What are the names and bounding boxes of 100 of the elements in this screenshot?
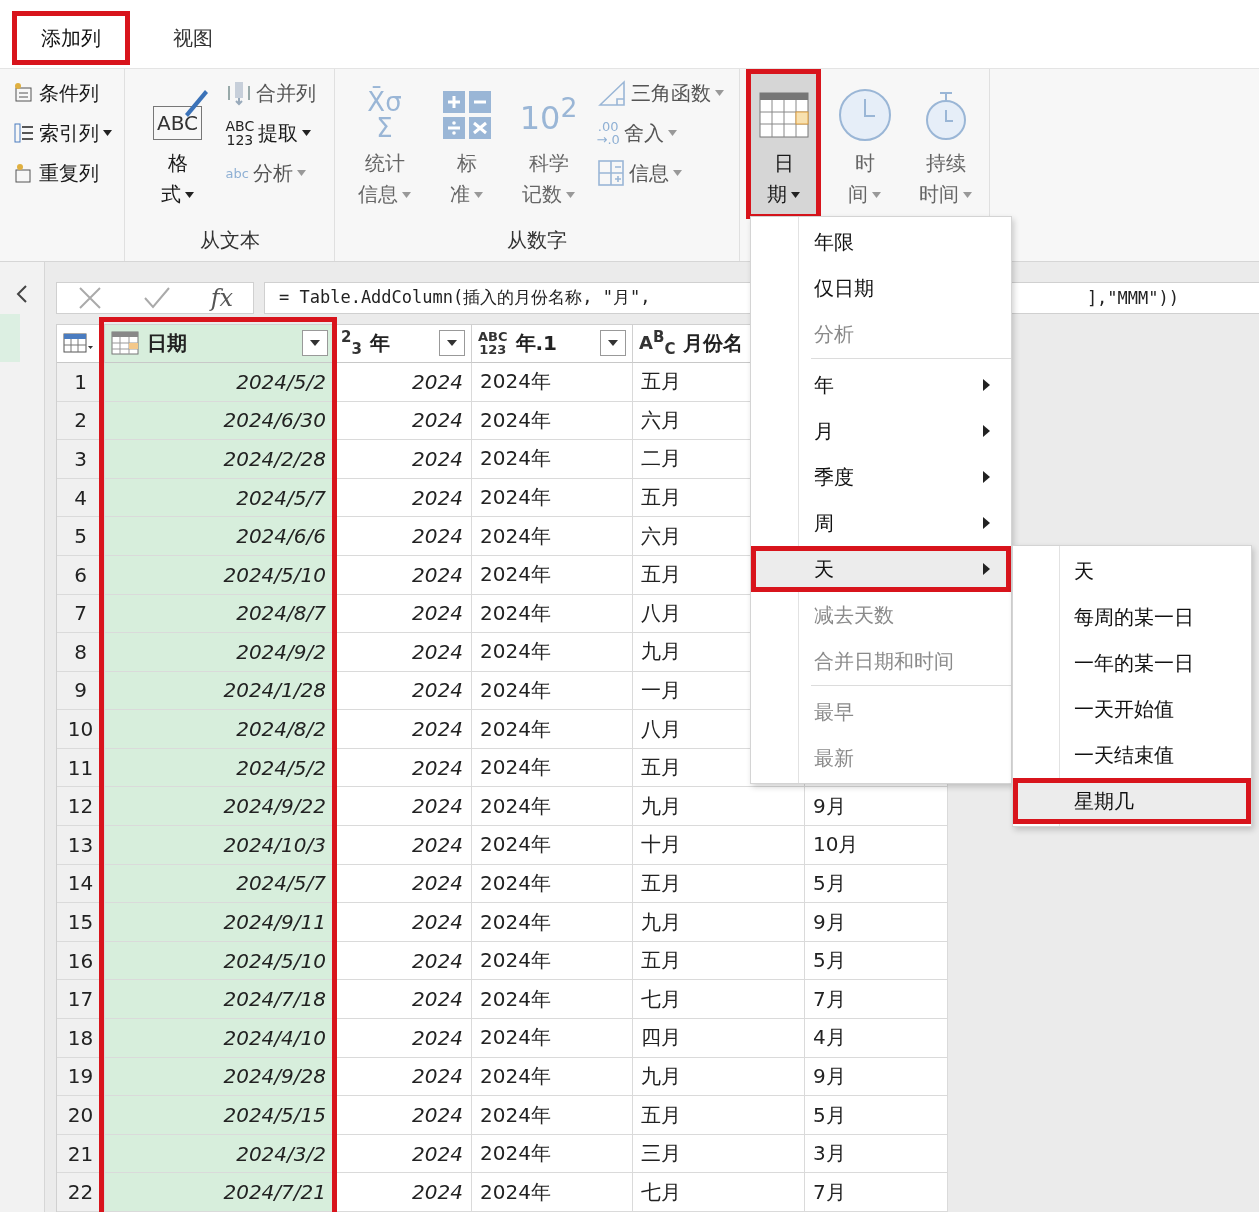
table-cell: 2024/1/28	[223, 678, 326, 703]
round-type-icon: .00 →.0	[596, 120, 620, 146]
row-number: 1	[74, 369, 87, 394]
extract-type-icon: ABC 123	[225, 119, 255, 147]
table-cell: 七月	[641, 985, 681, 1013]
row-number: 22	[67, 1180, 94, 1205]
row-number: 7	[74, 601, 87, 626]
table-cell: 2024年	[480, 1062, 551, 1090]
table-cell: 2024/7/18	[223, 987, 326, 1012]
table-cell: 2024年	[480, 599, 551, 627]
table-cell: 2024/9/22	[223, 794, 326, 819]
table-cell: 2024年	[480, 445, 551, 473]
table-cell: 9月	[813, 908, 846, 936]
table-cell: 2024/4/10	[223, 1025, 326, 1050]
table-cell: 2024/8/7	[236, 601, 326, 626]
table-cell: 2024年	[480, 792, 551, 820]
table-cell: 2024	[412, 948, 463, 973]
table-cell: 2024	[412, 1103, 463, 1127]
table-cell: 2024/6/30	[223, 408, 326, 433]
row-number: 14	[67, 871, 94, 896]
table-cell: 2024年	[480, 1178, 551, 1206]
table-cell: 2024年	[480, 908, 551, 936]
table-cell: 2024年	[480, 406, 551, 434]
row-number: 20	[67, 1103, 94, 1127]
row-number: 10	[67, 717, 94, 742]
exponent-icon: 10$^{2}$	[519, 84, 578, 146]
parse-type-icon: abc	[225, 166, 249, 180]
table-cell: 2024/9/28	[223, 1064, 326, 1089]
table-cell: 2024/9/2	[236, 639, 326, 664]
table-cell: 2024	[412, 987, 463, 1012]
table-cell: 4月	[813, 1024, 846, 1052]
row-number: 5	[74, 524, 87, 549]
table-cell: 5月	[813, 947, 846, 975]
table-cell: 2024年	[480, 522, 551, 550]
table-cell: 2024/5/7	[236, 485, 326, 510]
table-cell: 9月	[813, 792, 846, 820]
table-cell: 2024年	[480, 715, 551, 743]
table-cell: 2024/5/2	[236, 755, 326, 780]
table-cell: 五月	[641, 947, 681, 975]
row-number: 18	[67, 1025, 94, 1050]
table-cell: 九月	[641, 792, 681, 820]
table-cell: 九月	[641, 1062, 681, 1090]
row-number: 11	[67, 755, 94, 780]
table-cell: 七月	[641, 1178, 681, 1206]
table-cell: 2024	[412, 369, 463, 394]
table-cell: 四月	[641, 1024, 681, 1052]
table-cell: 2024/3/2	[236, 1141, 326, 1166]
table-cell: 2024年	[480, 1024, 551, 1052]
table-cell: 2024	[412, 562, 463, 587]
table-cell: 二月	[641, 445, 681, 473]
table-cell: 五月	[641, 754, 681, 782]
table-cell: 九月	[641, 638, 681, 666]
table-cell: 八月	[641, 715, 681, 743]
table-cell: 2024/8/2	[236, 717, 326, 742]
row-number: 13	[67, 832, 94, 857]
table-cell: 2024	[412, 408, 463, 433]
table-cell: 三月	[641, 1140, 681, 1168]
row-number: 3	[74, 446, 87, 471]
row-number: 17	[67, 987, 94, 1012]
table-cell: 2024	[412, 1180, 463, 1205]
table-cell: 十月	[641, 831, 681, 859]
table-cell: 五月	[641, 368, 681, 396]
table-cell: 五月	[641, 561, 681, 589]
row-number: 12	[67, 794, 94, 819]
table-cell: 9月	[813, 1062, 846, 1090]
table-cell: 2024	[412, 794, 463, 819]
table-cell: 2024	[412, 601, 463, 626]
row-number: 9	[74, 678, 87, 703]
table-cell: 2024	[412, 832, 463, 857]
table-cell: 2024	[412, 755, 463, 780]
table-cell: 2024年	[480, 869, 551, 897]
row-number: 2	[74, 408, 87, 433]
table-cell: 5月	[813, 869, 846, 897]
statistics-icon: X̄σ Σ	[359, 84, 410, 146]
table-cell: 一月	[641, 677, 681, 704]
table-cell: 五月	[641, 1101, 681, 1129]
table-cell: 2024/5/2	[236, 369, 326, 394]
table-cell: 2024	[412, 717, 463, 742]
table-cell: 2024/5/7	[236, 871, 326, 896]
table-cell: 八月	[641, 599, 681, 627]
table-cell: 2024年	[480, 484, 551, 511]
table-cell: 3月	[813, 1140, 846, 1168]
table-cell: 7月	[813, 1178, 846, 1206]
table-cell: 2024/7/21	[223, 1180, 326, 1205]
table-cell: 2024年	[480, 1140, 551, 1168]
table-cell: 九月	[641, 908, 681, 936]
table-cell: 2024	[412, 1141, 463, 1166]
table-cell: 2024	[412, 871, 463, 896]
table-cell: 五月	[641, 484, 681, 511]
table-cell: 2024/2/28	[223, 446, 326, 471]
row-number: 21	[67, 1141, 94, 1166]
row-number: 4	[74, 485, 87, 510]
table-cell: 六月	[641, 406, 681, 434]
table-cell: 2024/9/11	[223, 910, 326, 935]
table-cell: 2024	[412, 524, 463, 549]
data-type-icon: ABC 123	[478, 330, 508, 357]
table-cell: 六月	[641, 522, 681, 550]
table-cell: 2024/5/10	[223, 948, 326, 973]
group-label: 从文本	[199, 226, 260, 254]
group-label: 从数字	[507, 226, 567, 254]
